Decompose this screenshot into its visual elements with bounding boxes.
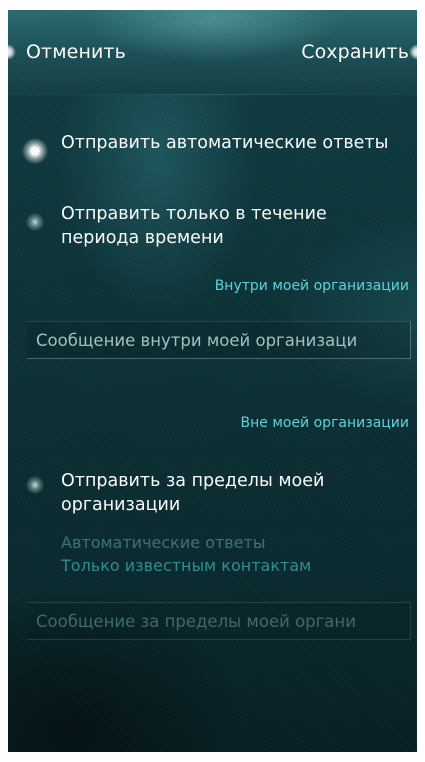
auto-reply-settings-screen: Отменить Сохранить Отправить автоматичес… [8, 10, 417, 752]
send-outside-label: Отправить за пределы моей организации [61, 471, 325, 515]
radio-selected-icon[interactable] [22, 138, 48, 164]
auto-reply-option[interactable]: Отправить автоматические ответы [8, 128, 417, 184]
action-bar: Отменить Сохранить [8, 10, 417, 95]
save-button[interactable]: Сохранить [301, 41, 409, 63]
auto-reply-label: Отправить автоматические ответы [61, 133, 389, 153]
outside-org-message-field[interactable] [27, 602, 411, 640]
glow-dot-icon [409, 44, 417, 60]
inside-org-message-field[interactable] [27, 321, 411, 359]
outside-org-message-input[interactable] [27, 603, 410, 639]
time-period-option[interactable]: Отправить только в течение периода време… [8, 201, 417, 257]
inside-org-section-label: Внутри моей организации [214, 278, 409, 294]
glow-dot-icon [8, 44, 16, 60]
auto-replies-audience-item[interactable]: Автоматические ответы Только известным к… [8, 530, 417, 578]
radio-unselected-icon[interactable] [26, 476, 44, 494]
time-period-label: Отправить только в течение периода време… [61, 204, 327, 248]
radio-unselected-icon[interactable] [26, 213, 44, 231]
cancel-button[interactable]: Отменить [26, 41, 126, 63]
auto-replies-title: Автоматические ответы [61, 533, 266, 552]
outside-org-section-label: Вне моей организации [240, 415, 410, 431]
auto-replies-value: Только известным контактам [61, 556, 312, 575]
inside-org-message-input[interactable] [27, 322, 410, 358]
send-outside-option[interactable]: Отправить за пределы моей организации [8, 468, 417, 524]
